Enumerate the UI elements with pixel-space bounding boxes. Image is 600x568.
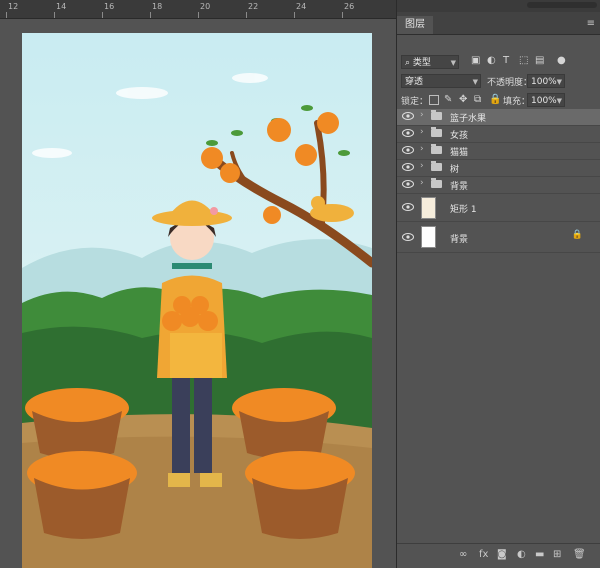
new-group-icon[interactable]: ▬	[535, 549, 544, 560]
add-mask-icon[interactable]: ◙	[497, 549, 507, 560]
blend-mode-select[interactable]: 穿透 ▼	[401, 74, 481, 88]
canvas-area[interactable]	[0, 19, 396, 568]
layers-list: › 篮子水果 › 女孩 › 猫猫 › 树 › 背景 矩形 1 背景 🔒	[397, 109, 600, 253]
chevron-right-icon[interactable]: ›	[420, 127, 424, 137]
layer-name: 背景	[450, 235, 469, 245]
basket	[232, 388, 336, 459]
folder-icon	[431, 144, 442, 154]
smart-object-filter-icon[interactable]: ▤	[535, 55, 544, 66]
layer-name: 矩形 1	[450, 205, 477, 215]
chevron-right-icon[interactable]: ›	[420, 161, 424, 171]
chevron-down-icon: ▼	[472, 78, 478, 86]
blend-mode-label: 穿透	[405, 77, 424, 87]
chevron-down-icon: ▼	[450, 59, 456, 67]
lock-position-icon[interactable]: ✥	[459, 94, 467, 105]
fill-input[interactable]: 100% ▼	[527, 93, 565, 107]
lock-row: 锁定： ✎ ✥ ⧉ 🔒 填充： 100% ▼	[397, 91, 600, 111]
basket	[245, 451, 355, 539]
layer-row[interactable]: › 猫猫	[397, 143, 600, 160]
chevron-right-icon[interactable]: ›	[420, 144, 424, 154]
ruler-tick: 22	[248, 2, 259, 11]
link-layers-icon[interactable]: ∞	[459, 549, 467, 560]
chevron-down-icon: ▼	[556, 97, 562, 105]
opacity-label: 不透明度：	[487, 78, 533, 88]
layers-panel: 图层 ≡ ⌕ 类型 ▼ ▣ ◐ T ⬚ ▤ ● 穿透 ▼ 不透明度： 100% ▼ 锁…	[396, 0, 600, 568]
fill-value: 100%	[531, 96, 557, 106]
panel-footer: ∞ fx ◙ ◐ ▬ ⊞ 🗑	[397, 543, 600, 568]
lock-icon: 🔒	[571, 230, 583, 240]
folder-icon	[431, 110, 442, 120]
layer-row[interactable]: 背景 🔒	[397, 222, 600, 253]
eye-icon[interactable]	[402, 233, 414, 241]
pixel-filter-icon[interactable]: ▣	[471, 55, 480, 66]
panel-topbar	[397, 0, 600, 12]
tab-layers[interactable]: 图层	[397, 16, 433, 34]
opacity-value: 100%	[531, 77, 557, 87]
lock-all-icon[interactable]: 🔒	[489, 94, 501, 105]
vertical-scrollbar[interactable]	[375, 19, 396, 568]
adjustment-layer-icon[interactable]: ◐	[517, 549, 526, 560]
new-layer-icon[interactable]: ⊞	[553, 549, 561, 560]
search-icon: ⌕	[405, 58, 411, 68]
ruler-tick: 20	[200, 2, 211, 11]
folder-icon	[431, 127, 442, 137]
eye-icon[interactable]	[402, 203, 414, 211]
panel-menu-icon[interactable]: ≡	[587, 18, 595, 29]
folder-icon	[431, 178, 442, 188]
filter-kind-label: 类型	[412, 58, 431, 68]
layer-name: 树	[450, 165, 460, 175]
basket	[27, 451, 137, 539]
layer-thumbnail	[421, 226, 436, 248]
layer-row[interactable]: › 篮子水果	[397, 109, 600, 126]
adjustment-filter-icon[interactable]: ◐	[487, 55, 496, 66]
eye-icon[interactable]	[402, 112, 414, 120]
panel-search[interactable]	[527, 2, 597, 8]
layer-row[interactable]: 矩形 1	[397, 194, 600, 222]
folder-icon	[431, 161, 442, 171]
horizontal-ruler: 12 14 16 18 20 22 24 26	[0, 0, 396, 19]
panel-tabbar: 图层 ≡	[397, 12, 600, 35]
eye-icon[interactable]	[402, 129, 414, 137]
ruler-tick: 24	[296, 2, 307, 11]
layer-row[interactable]: › 女孩	[397, 126, 600, 143]
layer-row[interactable]: › 背景	[397, 177, 600, 194]
opacity-input[interactable]: 100% ▼	[527, 74, 565, 88]
shape-filter-icon[interactable]: ⬚	[519, 55, 528, 66]
ruler-tick: 18	[152, 2, 163, 11]
ruler-tick: 26	[344, 2, 355, 11]
fill-label: 填充：	[503, 97, 531, 107]
artwork-canvas[interactable]	[22, 33, 372, 568]
chevron-right-icon[interactable]: ›	[420, 110, 424, 120]
type-filter-icon[interactable]: T	[503, 55, 509, 66]
chevron-right-icon[interactable]: ›	[420, 178, 424, 188]
layer-name: 背景	[450, 182, 469, 192]
trash-icon[interactable]: 🗑	[573, 549, 586, 560]
eye-icon[interactable]	[402, 146, 414, 154]
layer-row[interactable]: › 树	[397, 160, 600, 177]
filter-kind-select[interactable]: ⌕ 类型 ▼	[401, 55, 459, 69]
lock-artboard-icon[interactable]: ⧉	[474, 94, 481, 105]
chevron-down-icon: ▼	[556, 78, 562, 86]
layer-name: 猫猫	[450, 148, 469, 158]
layer-name: 篮子水果	[450, 114, 487, 124]
eye-icon[interactable]	[402, 163, 414, 171]
lock-label: 锁定：	[401, 97, 429, 107]
fx-icon[interactable]: fx	[479, 549, 488, 560]
basket	[25, 388, 129, 459]
blend-row: 穿透 ▼ 不透明度： 100% ▼	[397, 72, 600, 92]
filter-toggle-icon[interactable]: ●	[557, 55, 566, 66]
lock-transparent-icon[interactable]	[429, 95, 439, 105]
lock-image-icon[interactable]: ✎	[444, 94, 452, 105]
ruler-tick: 14	[56, 2, 67, 11]
ruler-tick: 12	[8, 2, 19, 11]
layer-name: 女孩	[450, 131, 469, 141]
filter-row: ⌕ 类型 ▼ ▣ ◐ T ⬚ ▤ ●	[397, 52, 600, 72]
layer-thumbnail	[421, 197, 436, 219]
eye-icon[interactable]	[402, 180, 414, 188]
ruler-tick: 16	[104, 2, 115, 11]
